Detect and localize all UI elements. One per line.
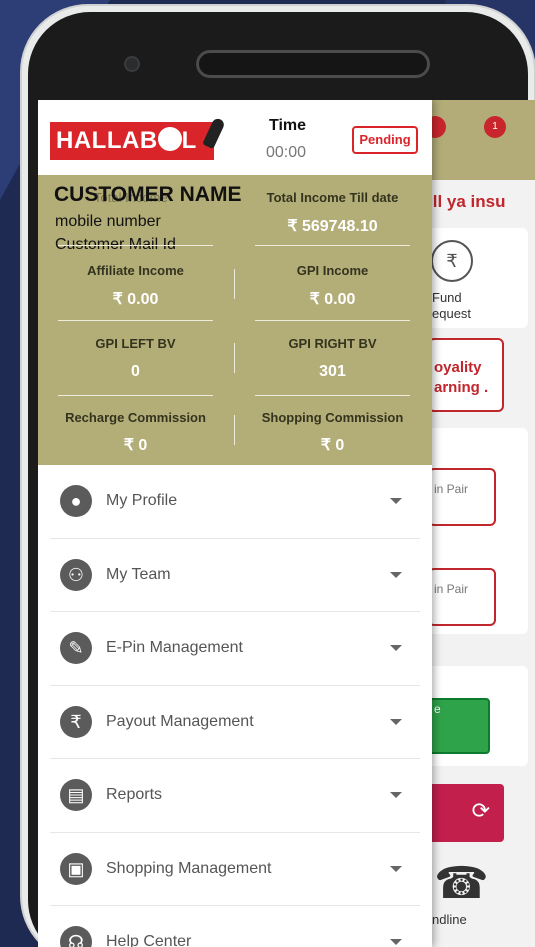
time-label: Time bbox=[269, 117, 307, 134]
headset-icon: ☊ bbox=[60, 926, 92, 947]
landline-label: ndline bbox=[432, 912, 467, 927]
stat-gpi-left-bv-value: 0 bbox=[131, 363, 140, 380]
fund-request-label: Fund equest bbox=[432, 290, 471, 322]
stat-gpi-income-label: GPI Income bbox=[296, 263, 369, 278]
chevron-down-icon[interactable] bbox=[390, 939, 402, 945]
shopping-bag-icon: ▣ bbox=[60, 852, 92, 885]
front-camera bbox=[124, 56, 140, 72]
menu-label: Help Center bbox=[106, 933, 192, 947]
stat-gpi-income-value: ₹ 0.00 bbox=[309, 291, 356, 308]
divider bbox=[58, 320, 213, 321]
hallabol-logo: HALLAB L bbox=[50, 122, 214, 160]
chevron-down-icon[interactable] bbox=[390, 571, 402, 578]
chevron-down-icon[interactable] bbox=[390, 865, 402, 872]
menu-item-payout-management[interactable]: ₹ Payout Management bbox=[50, 686, 420, 759]
royalty-earning-button[interactable]: oyality arning . bbox=[428, 338, 504, 412]
home-button[interactable]: e bbox=[428, 698, 490, 754]
person-icon: ● bbox=[60, 485, 92, 517]
stat-gpi-left-bv-label: GPI LEFT BV bbox=[95, 336, 176, 351]
divider bbox=[255, 320, 410, 321]
menu-item-my-profile[interactable]: ● My Profile bbox=[50, 465, 420, 539]
menu-label: Payout Management bbox=[106, 712, 254, 730]
divider bbox=[58, 395, 213, 396]
stat-gpi-right-bv-label: GPI RIGHT BV bbox=[288, 336, 377, 351]
stat-affiliate-income-label: Affiliate Income bbox=[87, 263, 184, 278]
chevron-down-icon[interactable] bbox=[390, 792, 402, 798]
menu-item-reports[interactable]: ▤ Reports bbox=[50, 759, 420, 833]
stat-recharge-commission-label: Recharge Commission bbox=[65, 410, 206, 425]
pending-status-button[interactable]: Pending bbox=[352, 126, 418, 154]
divider-vertical bbox=[234, 415, 235, 445]
divider-vertical bbox=[234, 269, 235, 299]
customer-mobile: mobile number bbox=[55, 213, 161, 230]
fund-label-line1: Fund bbox=[432, 290, 462, 305]
menu-label: Reports bbox=[106, 786, 163, 803]
earpiece-speaker bbox=[196, 50, 430, 78]
stat-recharge-commission-value: ₹ 0 bbox=[123, 437, 148, 454]
menu-item-epin-management[interactable]: ✎ E-Pin Management bbox=[50, 612, 420, 686]
menu-label: E-Pin Management bbox=[106, 639, 243, 656]
stat-gpi-right-bv-value: 301 bbox=[319, 363, 346, 380]
stat-shopping-commission-label: Shopping Commission bbox=[261, 410, 404, 425]
royalty-line2: arning . bbox=[434, 379, 489, 396]
pair-box-1[interactable]: in Pair bbox=[428, 468, 496, 526]
stat-total-income-value: ₹ 569748.10 bbox=[287, 218, 378, 235]
chevron-down-icon[interactable] bbox=[390, 645, 402, 651]
fund-label-line2: equest bbox=[432, 306, 472, 321]
income-stats-panel: Total Income CUSTOMER NAME mobile number… bbox=[38, 175, 432, 465]
menu-label: My Team bbox=[106, 565, 171, 583]
time-value: 00:00 bbox=[266, 144, 307, 161]
divider bbox=[58, 245, 213, 246]
chevron-down-icon[interactable] bbox=[390, 718, 402, 725]
customer-name: CUSTOMER NAME bbox=[54, 183, 242, 206]
rupee-icon: ₹ bbox=[60, 705, 92, 738]
phone-screen: 1 ill ya insu ₹ Fund equest oyality arni… bbox=[38, 100, 535, 947]
royalty-line1: oyality bbox=[434, 359, 482, 376]
divider bbox=[255, 395, 410, 396]
pair-label-2: in Pair bbox=[434, 582, 469, 596]
refresh-bar[interactable]: ⟳ bbox=[428, 784, 504, 842]
menu-item-help-center[interactable]: ☊ Help Center bbox=[50, 906, 420, 947]
menu-item-shopping-management[interactable]: ▣ Shopping Management bbox=[50, 833, 420, 906]
logo-globe-icon bbox=[157, 127, 182, 152]
divider-vertical bbox=[234, 343, 235, 373]
epin-icon: ✎ bbox=[60, 632, 92, 664]
chevron-down-icon[interactable] bbox=[390, 498, 402, 504]
fund-request-icon: ₹ bbox=[431, 240, 473, 282]
drawer-header: HALLAB L Time 00:00 Pending bbox=[38, 100, 432, 175]
divider bbox=[255, 245, 410, 246]
stat-shopping-commission-value: ₹ 0 bbox=[320, 437, 345, 454]
stat-affiliate-income-value: ₹ 0.00 bbox=[112, 291, 159, 308]
menu-item-my-team[interactable]: ⚇ My Team bbox=[50, 539, 420, 612]
drawer-menu: ● My Profile ⚇ My Team ✎ E-Pin Managemen… bbox=[38, 465, 432, 947]
logo-text-right: L bbox=[181, 127, 197, 154]
menu-label: My Profile bbox=[106, 492, 178, 509]
stat-total-income-label: Total Income Till date bbox=[266, 190, 399, 205]
team-icon: ⚇ bbox=[60, 558, 92, 591]
navigation-drawer: HALLAB L Time 00:00 Pending Total Income … bbox=[38, 100, 432, 947]
telephone-icon: ☎ bbox=[434, 859, 489, 908]
marquee-text: ill ya insu bbox=[428, 192, 506, 211]
pair-label-1: in Pair bbox=[434, 482, 469, 496]
menu-label: Shopping Management bbox=[106, 859, 272, 877]
notification-bell-icon[interactable]: 1 bbox=[484, 116, 506, 138]
pair-box-2[interactable]: in Pair bbox=[428, 568, 496, 626]
logo-text-left: HALLAB bbox=[56, 127, 158, 154]
refresh-icon[interactable]: ⟳ bbox=[472, 798, 490, 824]
reports-icon: ▤ bbox=[60, 779, 92, 811]
